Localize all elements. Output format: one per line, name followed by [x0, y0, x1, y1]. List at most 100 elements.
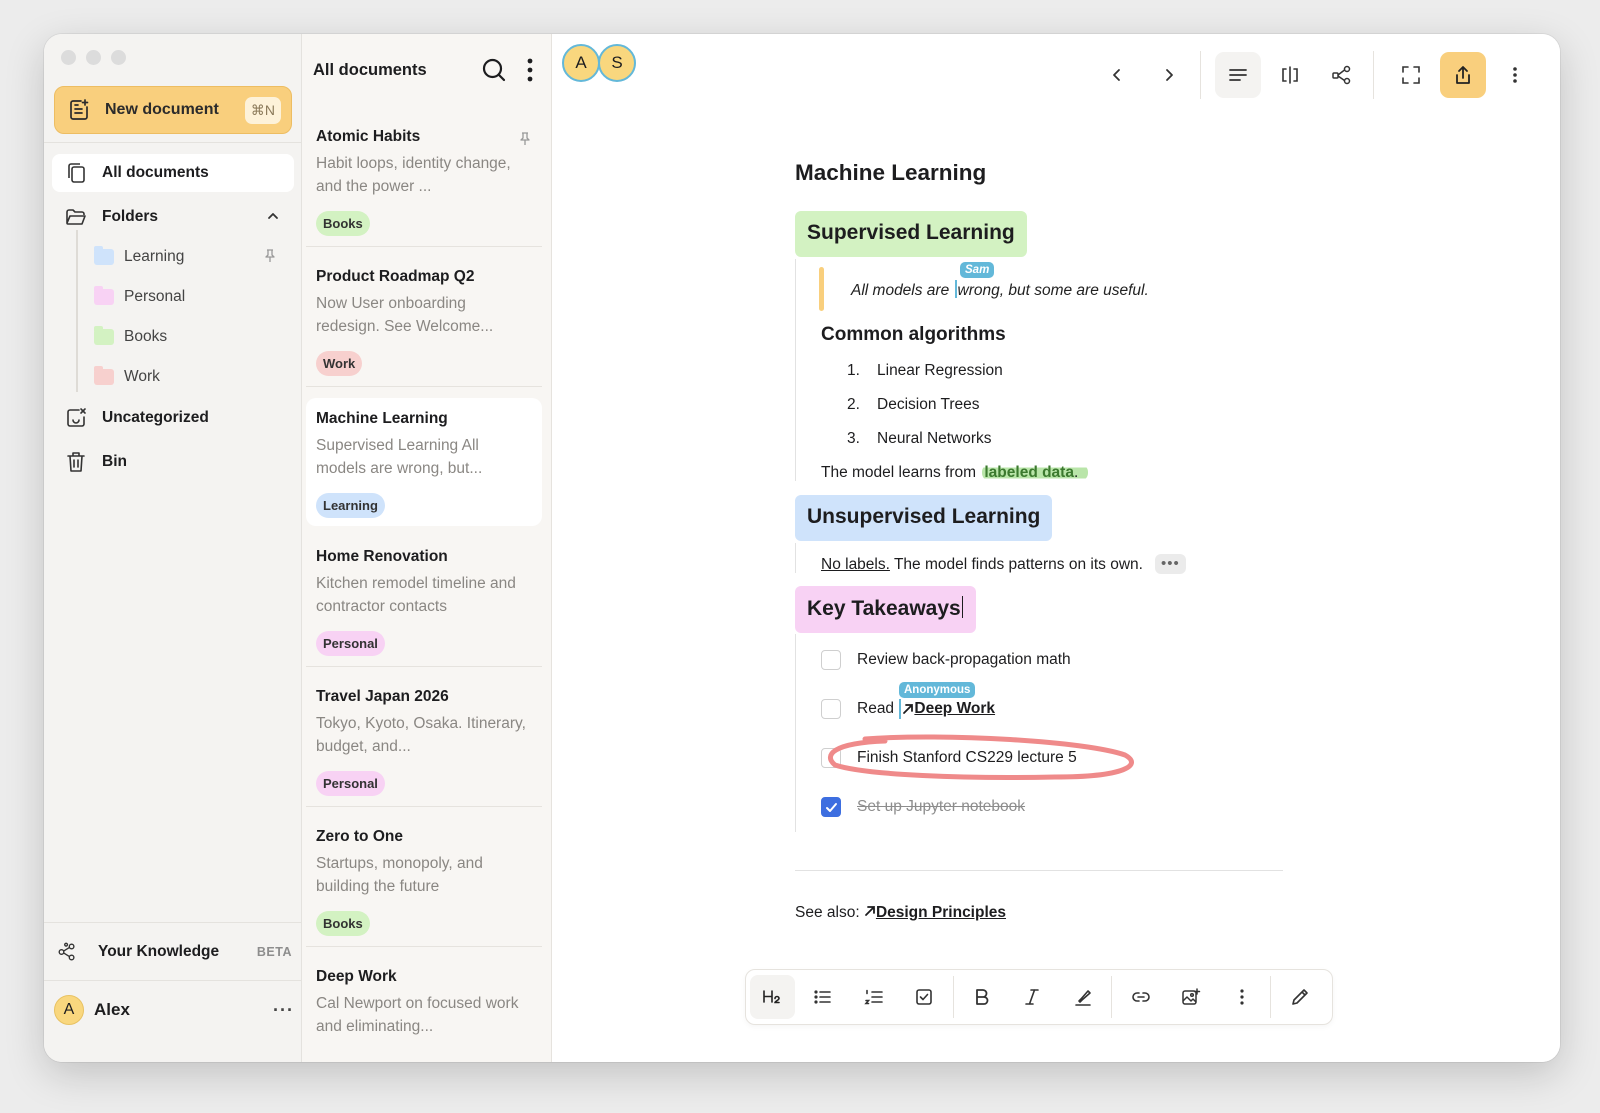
- folder-label: Work: [124, 368, 160, 385]
- knowledge-graph-icon: [58, 942, 75, 961]
- outline-view-button[interactable]: [1215, 52, 1261, 98]
- document-link[interactable]: Deep Work: [914, 700, 995, 718]
- editor-more-button[interactable]: [1492, 52, 1538, 98]
- document-card-title: Travel Japan 2026: [316, 688, 449, 705]
- highlight-button[interactable]: [1061, 975, 1106, 1019]
- format-toolbar: [745, 969, 1333, 1025]
- document-card[interactable]: Deep Work Cal Newport on focused work an…: [306, 956, 542, 1062]
- document-card[interactable]: Home Renovation Kitchen remodel timeline…: [306, 536, 542, 664]
- list-header: All documents: [313, 58, 543, 82]
- task-text: Review back-propagation math: [857, 651, 1071, 668]
- quote-text: All models are: [851, 282, 954, 299]
- graph-view-button[interactable]: [1319, 52, 1365, 98]
- document-card-snippet: Tokyo, Kyoto, Osaka. Itinerary, budget, …: [316, 715, 526, 755]
- sidebar: New document ⌘N All documents Folders Le…: [44, 34, 302, 1062]
- back-button[interactable]: [1094, 52, 1140, 98]
- link-arrow-icon: [903, 704, 914, 714]
- sidebar-item-uncategorized[interactable]: Uncategorized: [52, 399, 294, 437]
- document-card-title: Home Renovation: [316, 548, 448, 565]
- more-options-icon[interactable]: ···: [273, 1000, 294, 1021]
- document-tag: Personal: [316, 771, 385, 796]
- task-checkbox-checked[interactable]: [821, 797, 841, 817]
- format-more-button[interactable]: [1220, 975, 1265, 1019]
- bold-icon: [975, 989, 989, 1005]
- document-card-active[interactable]: Machine Learning Supervised Learning All…: [306, 398, 542, 526]
- paragraph: No labels. The model finds patterns on i…: [821, 554, 1186, 574]
- folder-tree-line: [76, 230, 78, 392]
- bold-button[interactable]: [960, 975, 1005, 1019]
- bullet-list-button[interactable]: [801, 975, 846, 1019]
- divider: [306, 386, 542, 387]
- divider: [306, 806, 542, 807]
- chevron-right-icon: [1166, 69, 1173, 81]
- sidebar-item-work[interactable]: Work: [94, 359, 286, 395]
- folder-icon: [94, 286, 114, 305]
- split-view-button[interactable]: [1267, 52, 1313, 98]
- block-menu-button[interactable]: •••: [1154, 554, 1186, 574]
- insert-image-button[interactable]: [1169, 975, 1214, 1019]
- new-document-button[interactable]: New document ⌘N: [54, 86, 292, 134]
- graph-icon: [1332, 65, 1351, 85]
- check-icon: [825, 802, 837, 812]
- annotation-circle: [828, 734, 1134, 780]
- document-card-snippet: Startups, monopoly, and building the fut…: [316, 855, 483, 895]
- close-window-button[interactable]: [61, 50, 76, 65]
- collaborator-cursor: [899, 699, 902, 719]
- sidebar-item-bin[interactable]: Bin: [52, 443, 294, 481]
- document-tag: Learning: [316, 493, 385, 518]
- your-knowledge-button[interactable]: Your Knowledge BETA: [56, 934, 292, 970]
- heading-supervised-learning: Supervised Learning: [795, 211, 1027, 257]
- beta-badge: BETA: [256, 945, 292, 959]
- window-controls: [61, 50, 126, 65]
- document-card[interactable]: Product Roadmap Q2 Now User onboarding r…: [306, 256, 542, 384]
- forward-button[interactable]: [1146, 52, 1192, 98]
- sidebar-item-personal[interactable]: Personal: [94, 279, 286, 315]
- chevron-left-icon: [1113, 69, 1120, 81]
- collaborator-avatar[interactable]: A: [562, 44, 600, 82]
- document-card[interactable]: Travel Japan 2026 Tokyo, Kyoto, Osaka. I…: [306, 676, 542, 804]
- document-card[interactable]: Zero to One Startups, monopoly, and buil…: [306, 816, 542, 944]
- italic-button[interactable]: [1010, 975, 1055, 1019]
- fullscreen-button[interactable]: [1388, 52, 1434, 98]
- task-checkbox[interactable]: [821, 650, 841, 670]
- maximize-window-button[interactable]: [111, 50, 126, 65]
- heading-2-button[interactable]: [750, 975, 795, 1019]
- draw-button[interactable]: [1277, 975, 1322, 1019]
- document-card-title: Product Roadmap Q2: [316, 268, 475, 285]
- sidebar-item-learning[interactable]: Learning: [94, 239, 286, 275]
- link-icon: [1131, 992, 1150, 1002]
- checklist-button[interactable]: [902, 975, 947, 1019]
- sidebar-item-all-documents[interactable]: All documents: [52, 154, 294, 192]
- document-card-snippet: Supervised Learning All models are wrong…: [316, 437, 483, 477]
- search-icon[interactable]: [481, 57, 507, 83]
- link-button[interactable]: [1118, 975, 1163, 1019]
- italic-icon: [1025, 989, 1040, 1005]
- more-vertical-icon[interactable]: [517, 57, 543, 83]
- document-card-title: Machine Learning: [316, 410, 448, 427]
- sidebar-item-folders[interactable]: Folders: [52, 198, 294, 236]
- numbered-list-icon: [863, 989, 883, 1005]
- numbered-list-button[interactable]: [851, 975, 896, 1019]
- document-card[interactable]: Atomic Habits Habit loops, identity chan…: [306, 116, 542, 244]
- sidebar-item-books[interactable]: Books: [94, 319, 286, 355]
- image-icon: [1182, 988, 1201, 1005]
- task-checkbox[interactable]: [821, 699, 841, 719]
- pin-icon: [265, 249, 275, 262]
- chevron-up-icon[interactable]: [266, 209, 280, 223]
- document-card-snippet: Kitchen remodel timeline and contractor …: [316, 575, 516, 615]
- collaborator-avatar[interactable]: S: [598, 44, 636, 82]
- sidebar-item-label: Bin: [102, 453, 127, 470]
- document-link[interactable]: Design Principles: [876, 904, 1006, 921]
- list-item: 3. Neural Networks: [847, 430, 992, 447]
- list-item: 1. Linear Regression: [847, 362, 1003, 379]
- list-item: 2. Decision Trees: [847, 396, 980, 413]
- minimize-window-button[interactable]: [86, 50, 101, 65]
- see-also: See also: Design Principles: [795, 904, 1007, 921]
- share-button[interactable]: [1440, 52, 1486, 98]
- new-document-label: New document: [105, 101, 219, 118]
- divider: [44, 922, 301, 923]
- editor: A S Machine Learning Supervised Learning…: [552, 34, 1560, 1062]
- document-card-snippet: Cal Newport on focused work and eliminat…: [316, 995, 519, 1035]
- underlined-text[interactable]: No labels.: [821, 556, 890, 573]
- user-account[interactable]: A Alex ···: [54, 992, 294, 1028]
